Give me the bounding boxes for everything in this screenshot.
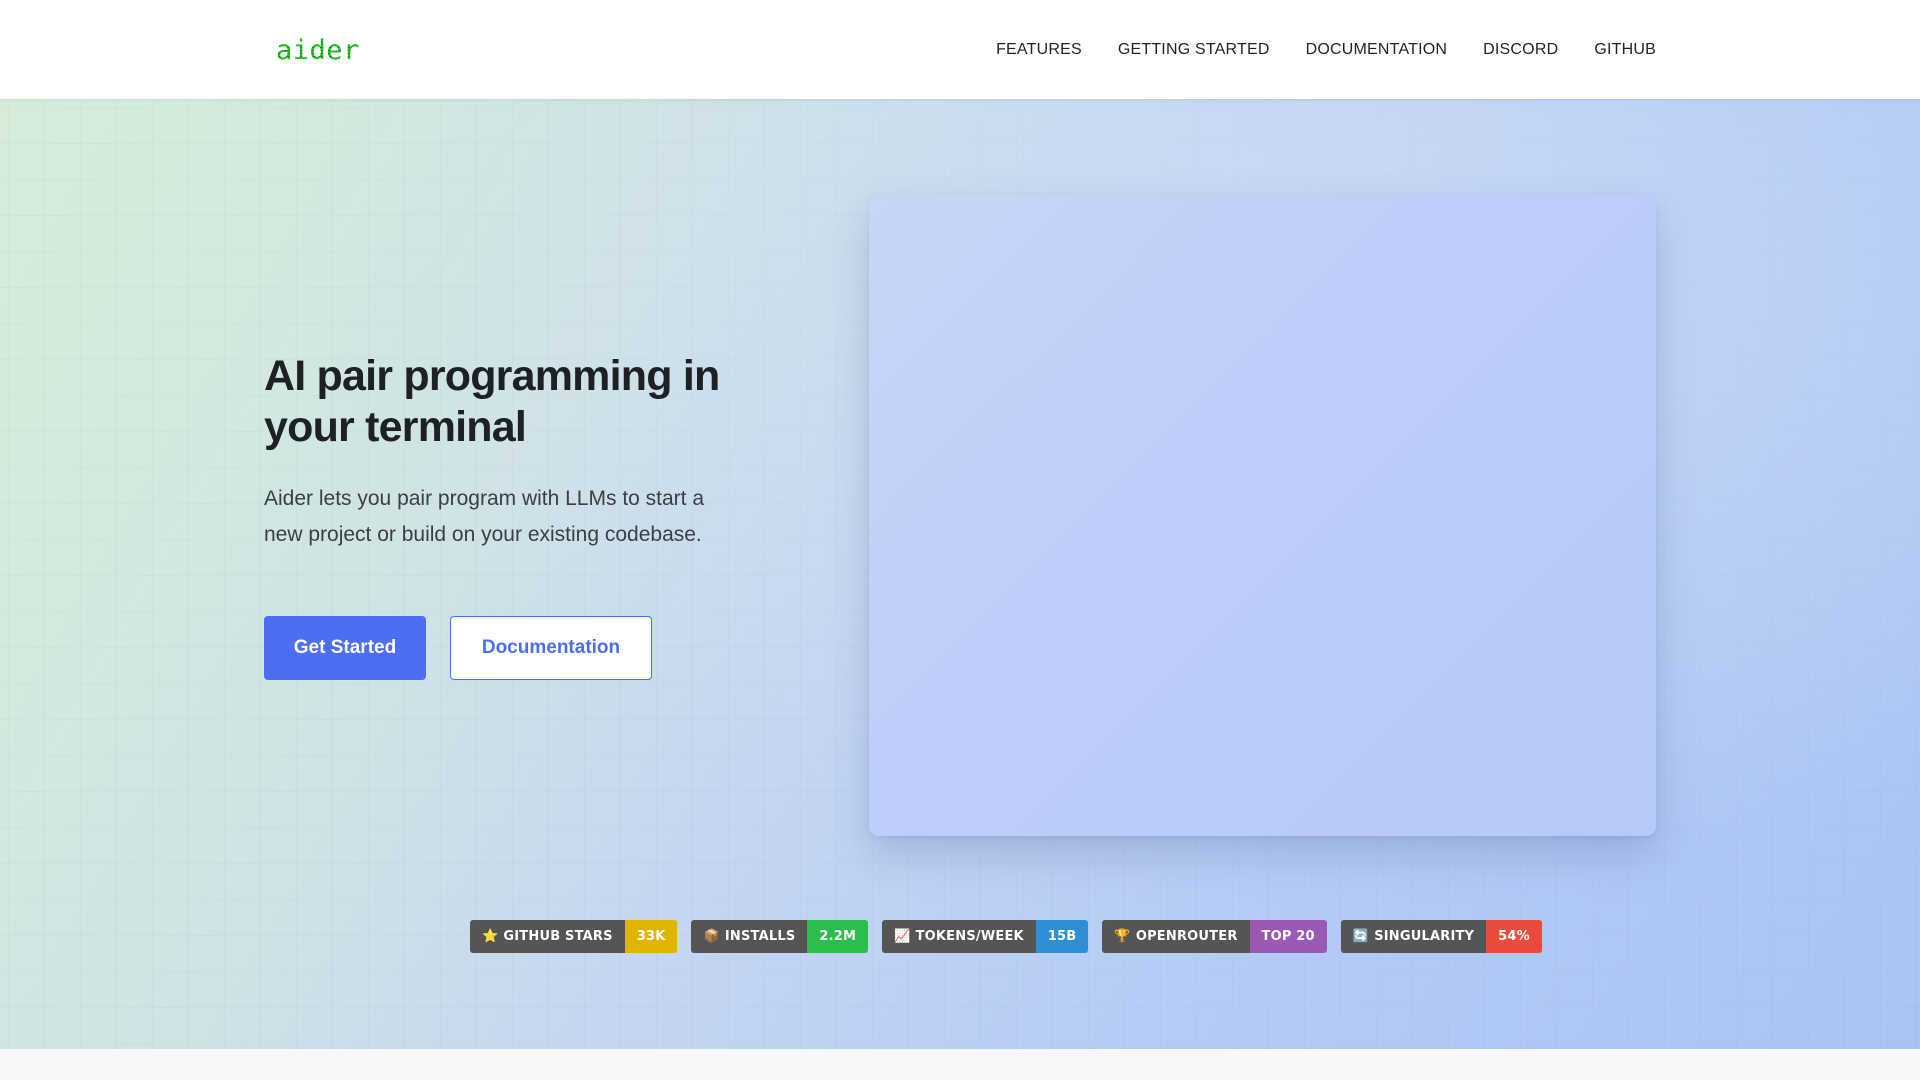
badge-github-stars[interactable]: ⭐ GITHUB STARS 33K bbox=[470, 920, 678, 953]
documentation-button[interactable]: Documentation bbox=[450, 616, 652, 680]
badge-value: 54% bbox=[1486, 920, 1542, 953]
badge-value: 33K bbox=[624, 920, 678, 953]
nav-link-discord[interactable]: DISCORD bbox=[1483, 40, 1558, 60]
hero-headline: AI pair programming in your terminal bbox=[264, 352, 720, 451]
stats-badges: ⭐ GITHUB STARS 33K 📦 INSTALLS 2.2M 📈 TOKENS… bbox=[470, 920, 1542, 953]
site-logo[interactable]: aider bbox=[276, 36, 360, 66]
badge-tokens-week[interactable]: 📈 TOKENS/WEEK 15B bbox=[882, 920, 1089, 953]
demo-video-panel[interactable] bbox=[869, 195, 1656, 836]
badge-installs[interactable]: 📦 INSTALLS 2.2M bbox=[691, 920, 869, 953]
badge-value: TOP 20 bbox=[1249, 920, 1327, 953]
site-header: aider FEATURES GETTING STARTED DOCUMENTA… bbox=[0, 0, 1920, 99]
star-icon: ⭐ bbox=[482, 929, 499, 944]
badge-label: SINGULARITY bbox=[1374, 929, 1475, 944]
badge-label: OPENROUTER bbox=[1135, 929, 1238, 944]
next-section-edge bbox=[0, 1049, 1920, 1080]
trophy-icon: 🏆 bbox=[1114, 929, 1131, 944]
nav-link-github[interactable]: GITHUB bbox=[1594, 40, 1656, 60]
hero-section: AI pair programming in your terminal Aid… bbox=[0, 99, 1920, 1049]
badge-label: TOKENS/WEEK bbox=[915, 929, 1024, 944]
main-nav: FEATURES GETTING STARTED DOCUMENTATION D… bbox=[996, 40, 1656, 60]
nav-link-getting-started[interactable]: GETTING STARTED bbox=[1118, 40, 1270, 60]
badge-label: GITHUB STARS bbox=[503, 929, 613, 944]
badge-singularity[interactable]: 🔄 SINGULARITY 54% bbox=[1340, 920, 1542, 953]
badge-openrouter[interactable]: 🏆 OPENROUTER TOP 20 bbox=[1102, 920, 1327, 953]
nav-link-features[interactable]: FEATURES bbox=[996, 40, 1082, 60]
badge-label: INSTALLS bbox=[724, 929, 796, 944]
nav-link-documentation[interactable]: DOCUMENTATION bbox=[1306, 40, 1448, 60]
chart-up-icon: 📈 bbox=[894, 929, 911, 944]
badge-value: 15B bbox=[1035, 920, 1089, 953]
get-started-button[interactable]: Get Started bbox=[264, 616, 426, 680]
cycle-icon: 🔄 bbox=[1352, 929, 1370, 944]
hero-description: Aider lets you pair program with LLMs to… bbox=[264, 487, 705, 546]
package-icon: 📦 bbox=[703, 929, 720, 944]
badge-value: 2.2M bbox=[807, 920, 869, 953]
